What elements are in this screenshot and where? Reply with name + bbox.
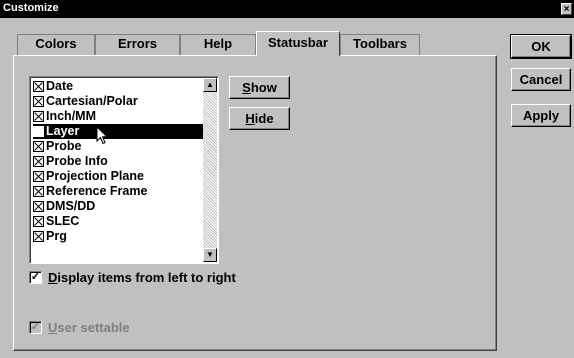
tab-help-label: Help bbox=[203, 36, 233, 51]
list-item[interactable]: SLEC bbox=[33, 214, 203, 229]
item-label: Inch/MM bbox=[46, 109, 96, 123]
tab-toolbars-label: Toolbars bbox=[353, 36, 407, 51]
item-label: Reference Frame bbox=[46, 184, 148, 198]
display-ltr-mnemonic: D bbox=[48, 270, 58, 285]
ok-button[interactable]: OK bbox=[510, 34, 572, 59]
hide-label: ide bbox=[254, 111, 274, 126]
display-ltr-text: isplay items from left to right bbox=[57, 270, 236, 285]
show-mnemonic: S bbox=[242, 80, 251, 95]
list-item[interactable]: Probe Info bbox=[33, 154, 203, 169]
window-title: Customize bbox=[3, 2, 59, 14]
item-checkbox[interactable] bbox=[33, 156, 44, 167]
item-checkbox[interactable] bbox=[33, 231, 44, 242]
item-label: SLEC bbox=[46, 214, 80, 228]
cancel-button[interactable]: Cancel bbox=[511, 68, 571, 91]
item-checkbox[interactable] bbox=[33, 171, 44, 182]
item-label: Probe Info bbox=[46, 154, 108, 168]
list-item[interactable]: Reference Frame bbox=[33, 184, 203, 199]
close-icon[interactable]: × bbox=[561, 3, 572, 15]
item-checkbox[interactable] bbox=[33, 96, 44, 107]
item-label: Probe bbox=[46, 139, 82, 153]
tab-colors[interactable]: Colors bbox=[17, 34, 95, 55]
tab-statusbar[interactable]: Statusbar bbox=[256, 31, 340, 56]
hide-button[interactable]: Hide bbox=[229, 107, 290, 130]
statusbar-items-list[interactable]: Date Cartesian/Polar Inch/MM Layer Probe Prob… bbox=[29, 76, 219, 264]
item-checkbox[interactable] bbox=[33, 201, 44, 212]
item-checkbox[interactable] bbox=[33, 186, 44, 197]
list-item[interactable]: DMS/DD bbox=[33, 199, 203, 214]
item-checkbox[interactable] bbox=[33, 216, 44, 227]
user-settable-mnemonic: U bbox=[48, 320, 58, 335]
scroll-up-icon[interactable]: ▲ bbox=[203, 78, 217, 92]
list-item[interactable]: Prg bbox=[33, 229, 203, 244]
item-checkbox[interactable] bbox=[33, 141, 44, 152]
show-button[interactable]: Show bbox=[229, 76, 290, 99]
list-item[interactable]: Inch/MM bbox=[33, 109, 203, 124]
item-list: Date Cartesian/Polar Inch/MM Layer Probe Prob… bbox=[33, 79, 203, 244]
tab-toolbars[interactable]: Toolbars bbox=[340, 34, 420, 55]
apply-button[interactable]: Apply bbox=[511, 104, 571, 127]
tab-errors-label: Errors bbox=[117, 36, 158, 51]
list-item[interactable]: Layer bbox=[33, 124, 203, 139]
item-label: Date bbox=[46, 79, 74, 93]
list-item[interactable]: Probe bbox=[33, 139, 203, 154]
item-label: Prg bbox=[46, 229, 67, 243]
scrollbar[interactable]: ▲ ▼ bbox=[203, 78, 217, 262]
scroll-down-icon[interactable]: ▼ bbox=[203, 248, 217, 262]
item-label: Layer bbox=[46, 124, 80, 138]
user-settable-check: ✓ bbox=[29, 321, 42, 334]
list-item[interactable]: Cartesian/Polar bbox=[33, 94, 203, 109]
list-item[interactable]: Date bbox=[33, 79, 203, 94]
user-settable-checkbox: ✓ User settable bbox=[29, 320, 130, 335]
tab-colors-label: Colors bbox=[35, 36, 77, 51]
display-ltr-label: Display items from left to right bbox=[48, 270, 236, 285]
item-checkbox[interactable] bbox=[33, 81, 44, 92]
user-settable-text: ser settable bbox=[57, 320, 130, 335]
title-bar: Customize × bbox=[0, 0, 574, 18]
mouse-cursor-icon bbox=[96, 126, 109, 145]
show-label: how bbox=[250, 80, 277, 95]
item-label: Cartesian/Polar bbox=[46, 94, 138, 108]
display-ltr-checkbox[interactable]: ✓ Display items from left to right bbox=[29, 270, 236, 285]
tab-errors[interactable]: Errors bbox=[95, 34, 180, 55]
item-checkbox[interactable] bbox=[33, 111, 44, 122]
item-checkbox[interactable] bbox=[33, 126, 44, 137]
user-settable-label: User settable bbox=[48, 320, 130, 335]
hide-mnemonic: H bbox=[245, 111, 255, 126]
tab-statusbar-label: Statusbar bbox=[268, 35, 328, 50]
list-item[interactable]: Projection Plane bbox=[33, 169, 203, 184]
display-ltr-check[interactable]: ✓ bbox=[29, 271, 42, 284]
item-label: DMS/DD bbox=[46, 199, 96, 213]
item-label: Projection Plane bbox=[46, 169, 144, 183]
tab-help[interactable]: Help bbox=[180, 34, 256, 55]
